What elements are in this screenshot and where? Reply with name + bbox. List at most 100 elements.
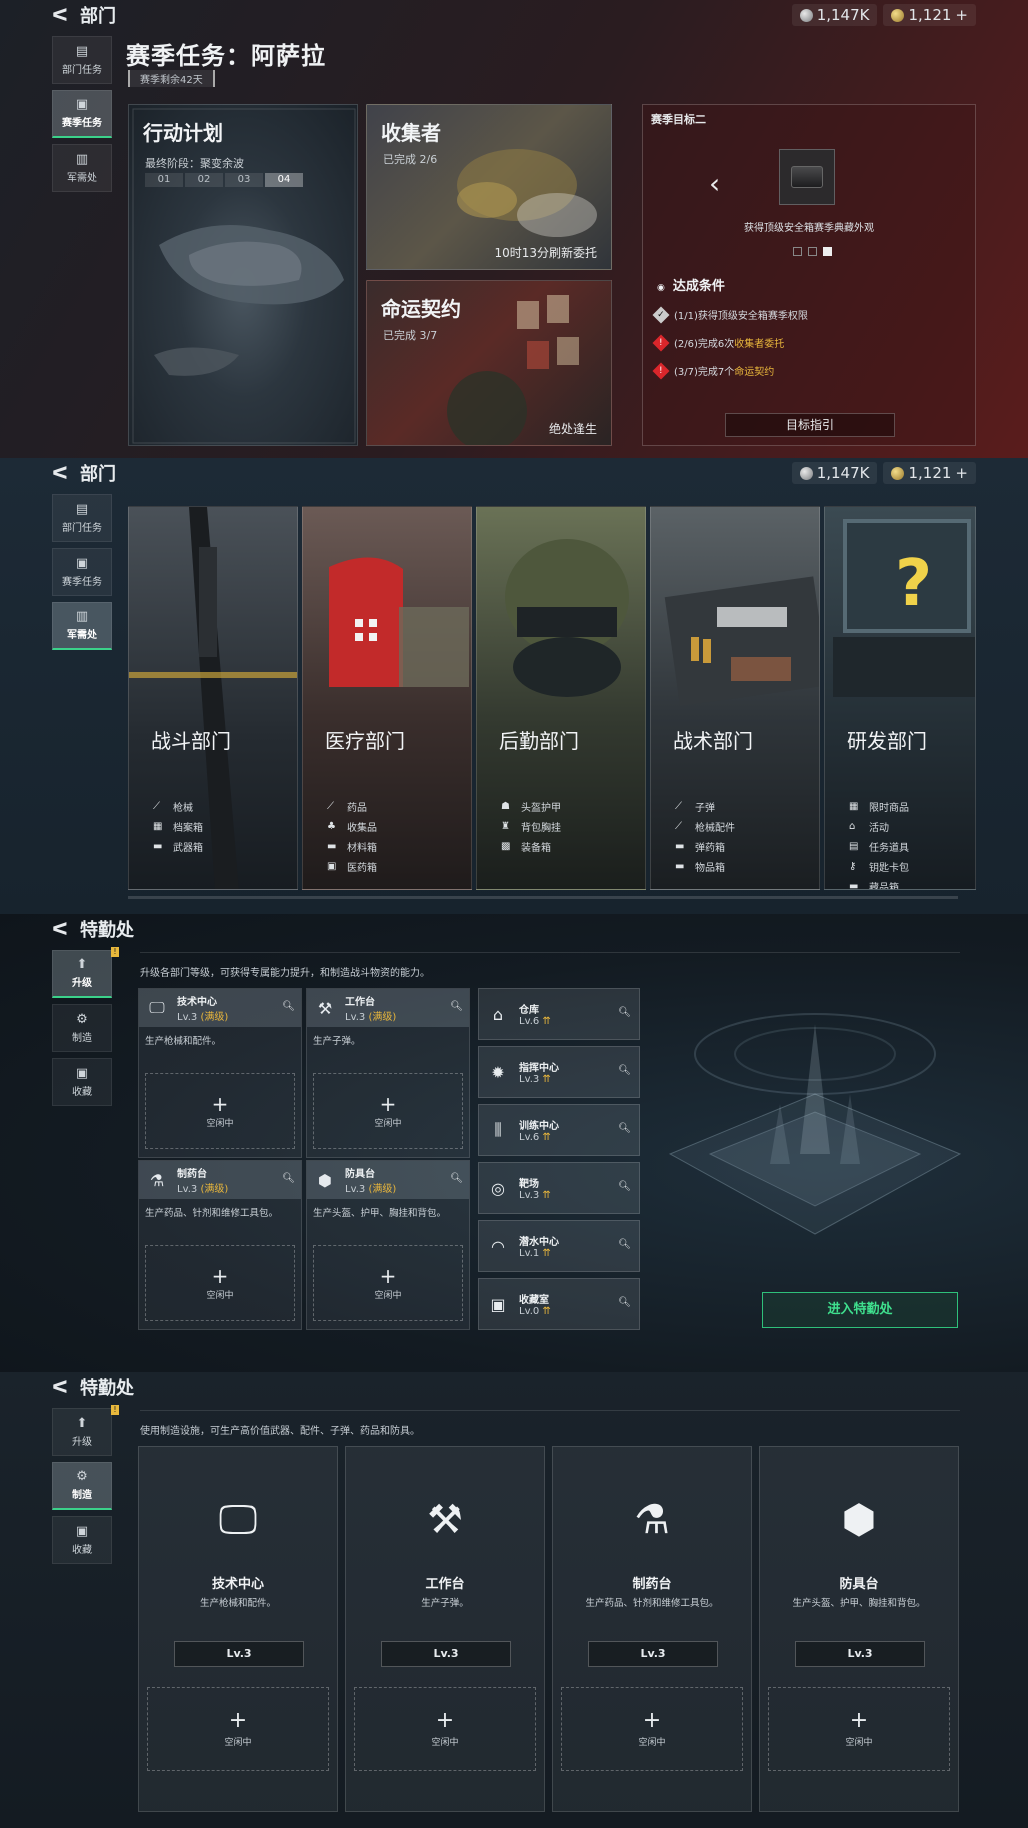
idle-slot[interactable]: + 空闲中 — [313, 1245, 463, 1321]
facility-card-pharmacy[interactable]: ⚗ 制药台 Lv.3 (满级) 🔍︎ 生产药品、针剂和维修工具包。 + 空闲中 — [138, 1160, 302, 1330]
crate-icon: ▣ — [75, 555, 89, 571]
side-nav: ⬆ 升级! ⚙ 制造 ▣ 收藏 — [52, 947, 119, 1106]
tactical-department-card[interactable]: 战术部门 ⟋ 子弹 ⟋ 枪械配件 ▬ 弹药箱 ▬ 物品箱 — [650, 506, 820, 890]
page-dot[interactable] — [808, 247, 817, 256]
search-icon[interactable]: 🔍︎ — [618, 1297, 631, 1308]
idle-slot[interactable]: + 空闲中 — [147, 1687, 329, 1771]
department-name: 研发部门 — [847, 729, 927, 753]
nav-season-task[interactable]: ▣ 赛季任务 — [52, 548, 112, 596]
search-icon[interactable]: 🔍︎ — [282, 1173, 295, 1184]
back-arrow-icon[interactable]: ᐸ — [50, 1377, 70, 1398]
department-items: ⟋ 枪械 ▦ 档案箱 ▬ 武器箱 — [153, 799, 203, 854]
idle-slot[interactable]: + 空闲中 — [313, 1073, 463, 1149]
enter-special-ops-button[interactable]: 进入特勤处 — [762, 1292, 958, 1328]
room-training-center[interactable]: ⫼ 训练中心 Lv.6 ⇈ 🔍︎ — [478, 1104, 640, 1156]
list-item: ♜ 背包胸挂 — [501, 821, 561, 834]
search-icon[interactable]: 🔍︎ — [618, 1007, 631, 1018]
chevron-left-icon[interactable]: ‹ — [709, 167, 720, 200]
logistics-department-card[interactable]: 后勤部门 ☗ 头盔护甲 ♜ 背包胸挂 ▩ 装备箱 — [476, 506, 646, 890]
department-name: 战斗部门 — [151, 729, 231, 753]
station-card-tech-center[interactable]: 🖵 技术中心 生产枪械和配件。 Lv.3 + 空闲中 — [138, 1446, 338, 1812]
room-collection-room[interactable]: ▣ 收藏室 Lv.0 ⇈ 🔍︎ — [478, 1278, 640, 1330]
season-remaining: 赛季剩余42天 — [128, 70, 215, 87]
plus-icon: + — [849, 1708, 869, 1733]
search-icon[interactable]: 🔍︎ — [450, 1001, 463, 1012]
nav-upgrade[interactable]: ⬆ 升级! — [52, 947, 119, 998]
room-warehouse[interactable]: ⌂ 仓库 Lv.6 ⇈ 🔍︎ — [478, 988, 640, 1040]
collector-title: 收集者 — [381, 121, 441, 145]
research-department-card[interactable]: ? 研发部门 ▦ 限时商品 ⌂ 活动 ▤ 任务道具 ⚷ 钥匙卡包 ▬ 藏品箱 — [824, 506, 976, 890]
material-box-icon: ▬ — [327, 841, 337, 852]
nav-craft[interactable]: ⚙ 制造 — [52, 1004, 112, 1052]
station-card-pharmacy[interactable]: ⚗ 制药台 生产药品、针剂和维修工具包。 Lv.3 + 空闲中 — [552, 1446, 752, 1812]
reward-item[interactable] — [779, 149, 835, 205]
station-card-workbench[interactable]: ⚒ 工作台 生产子弹。 Lv.3 + 空闲中 — [345, 1446, 545, 1812]
back-arrow-icon[interactable]: ᐸ — [50, 5, 70, 26]
nav-collection[interactable]: ▣ 收藏 — [52, 1058, 112, 1106]
stage-step: 01 — [145, 173, 183, 187]
cubes-icon: ⬢ — [318, 1170, 332, 1190]
idle-slot[interactable]: + 空闲中 — [354, 1687, 536, 1771]
header: ᐸ 特勤处 — [50, 916, 134, 942]
facility-card-workbench[interactable]: ⚒ 工作台 Lv.3 (满级) 🔍︎ 生产子弹。 + 空闲中 — [306, 988, 470, 1158]
medical-department-card[interactable]: 医疗部门 ⟋ 药品 ♣ 收集品 ▬ 材料箱 ▣ 医药箱 — [302, 506, 472, 890]
search-icon[interactable]: 🔍︎ — [618, 1181, 631, 1192]
station-level[interactable]: Lv.3 — [381, 1641, 511, 1667]
header-title: 部门 — [80, 464, 116, 485]
station-level[interactable]: Lv.3 — [795, 1641, 925, 1667]
combat-department-card[interactable]: 战斗部门 ⟋ 枪械 ▦ 档案箱 ▬ 武器箱 — [128, 506, 298, 890]
nav-craft[interactable]: ⚙ 制造 — [52, 1462, 112, 1510]
idle-slot[interactable]: + 空闲中 — [768, 1687, 950, 1771]
horizontal-scrollbar[interactable] — [128, 896, 958, 899]
action-plan-card[interactable]: 行动计划 最终阶段：聚变余波 01 02 03 04 — [128, 104, 358, 446]
nav-quartermaster[interactable]: ▥ 军需处 — [52, 602, 112, 650]
search-icon[interactable]: 🔍︎ — [618, 1065, 631, 1076]
room-command-center[interactable]: ✹ 指挥中心 Lv.3 ⇈ 🔍︎ — [478, 1046, 640, 1098]
facility-card-tech-center[interactable]: 🖵 技术中心 Lv.3 (满级) 🔍︎ 生产枪械和配件。 + 空闲中 — [138, 988, 302, 1158]
contract-card[interactable]: 命运契约 已完成 3/7 绝处逢生 — [366, 280, 612, 446]
station-level[interactable]: Lv.3 — [174, 1641, 304, 1667]
nav-season-task[interactable]: ▣ 赛季任务 — [52, 90, 112, 138]
target-icon: ◎ — [491, 1178, 505, 1198]
syringe-icon: ⟋ — [327, 801, 334, 812]
list-item: ▤ 任务道具 — [849, 841, 909, 854]
room-shooting-range[interactable]: ◎ 靶场 Lv.3 ⇈ 🔍︎ — [478, 1162, 640, 1214]
plus-icon: + — [955, 464, 968, 482]
search-icon[interactable]: 🔍︎ — [282, 1001, 295, 1012]
gold-currency[interactable]: 1,121 + — [883, 462, 976, 484]
page-dot-active[interactable] — [823, 247, 832, 256]
nav-upgrade[interactable]: ⬆ 升级! — [52, 1405, 119, 1456]
list-item: ☗ 头盔护甲 — [501, 801, 561, 814]
nav-dept-task[interactable]: ▤ 部门任务 — [52, 494, 112, 542]
station-level[interactable]: Lv.3 — [588, 1641, 718, 1667]
divider — [140, 952, 960, 953]
gold-currency[interactable]: 1,121 + — [883, 4, 976, 26]
list-item: ⌂ 活动 — [849, 821, 889, 834]
idle-slot[interactable]: + 空闲中 — [145, 1073, 295, 1149]
nav-quartermaster[interactable]: ▥ 军需处 — [52, 144, 112, 192]
goal-guide-button[interactable]: 目标指引 — [725, 413, 895, 437]
search-icon[interactable]: 🔍︎ — [450, 1173, 463, 1184]
room-diving-center[interactable]: ◠ 潜水中心 Lv.1 ⇈ 🔍︎ — [478, 1220, 640, 1272]
hammer-wrench-icon: ⚒ — [317, 998, 333, 1018]
list-item: ▬ 材料箱 — [327, 841, 377, 854]
currency-bar: 1,147K 1,121 + — [791, 4, 976, 26]
department-name: 战术部门 — [673, 729, 753, 753]
nav-collection[interactable]: ▣ 收藏 — [52, 1516, 112, 1564]
back-arrow-icon[interactable]: ᐸ — [50, 463, 70, 484]
search-icon[interactable]: 🔍︎ — [618, 1123, 631, 1134]
station-desc: 生产枪械和配件。 — [199, 1598, 276, 1609]
silver-currency[interactable]: 1,147K — [791, 4, 878, 26]
back-arrow-icon[interactable]: ᐸ — [50, 919, 70, 940]
search-icon[interactable]: 🔍︎ — [618, 1239, 631, 1250]
list-item: ▦ 限时商品 — [849, 801, 909, 814]
idle-slot[interactable]: + 空闲中 — [145, 1245, 295, 1321]
idle-slot[interactable]: + 空闲中 — [561, 1687, 743, 1771]
facility-card-armor-bench[interactable]: ⬢ 防具台 Lv.3 (满级) 🔍︎ 生产头盔、护甲、胸挂和背包。 + 空闲中 — [306, 1160, 470, 1330]
plus-icon: + — [211, 1263, 229, 1288]
page-dot[interactable] — [793, 247, 802, 256]
collector-card[interactable]: 收集者 已完成 2/6 10时13分刷新委托 — [366, 104, 612, 270]
silver-currency[interactable]: 1,147K — [791, 462, 878, 484]
nav-dept-task[interactable]: ▤ 部门任务 — [52, 36, 112, 84]
station-card-armor-bench[interactable]: ⬢ 防具台 生产头盔、护甲、胸挂和背包。 Lv.3 + 空闲中 — [759, 1446, 959, 1812]
